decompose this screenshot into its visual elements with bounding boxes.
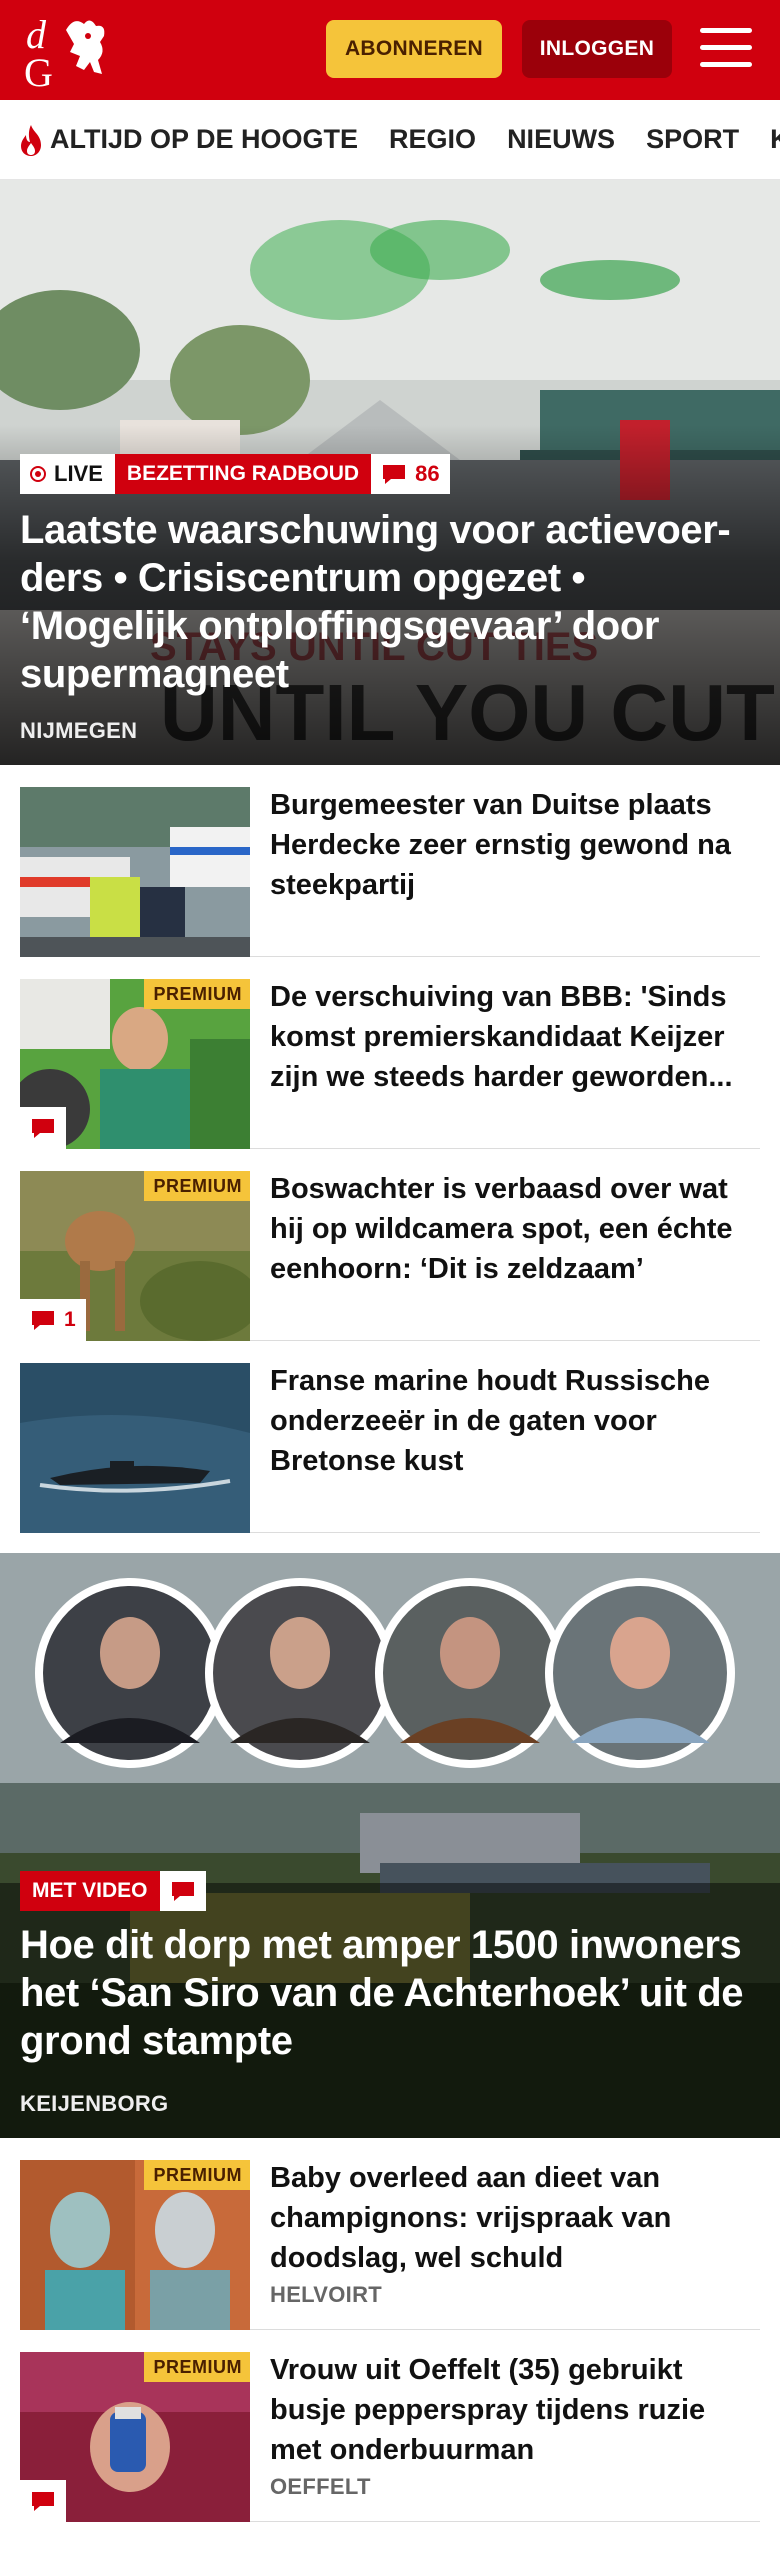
comment-icon — [171, 1882, 194, 1901]
article-title[interactable]: Franse marine houdt Russische onderzeeër… — [270, 1361, 760, 1481]
article-location: HELVOIRT — [270, 2282, 382, 2307]
comment-badge[interactable]: 1 — [20, 1299, 86, 1341]
live-label: LIVE — [54, 461, 103, 486]
flame-icon — [21, 124, 41, 156]
comment-count: 1 — [64, 1308, 76, 1331]
nav-item-nieuws[interactable]: NIEUWS — [507, 124, 615, 155]
premium-badge: PREMIUM — [143, 2352, 250, 2382]
hero-headline[interactable]: Laatste waarschuwing voor actievoer­ders… — [20, 506, 762, 698]
hero-location: NIJMEGEN — [20, 718, 138, 743]
nav-item-sport[interactable]: SPORT — [646, 124, 739, 155]
premium-badge: PREMIUM — [143, 979, 250, 1009]
list-item[interactable]: PREMIUM Baby overleed aan dieet van cham… — [20, 2138, 760, 2330]
article-title[interactable]: De verschuiving van BBB: 'Sinds komst pr… — [270, 977, 760, 1097]
subscribe-button[interactable]: ABONNEREN — [326, 20, 502, 78]
comment-badge[interactable] — [20, 1107, 66, 1149]
comment-icon — [32, 2492, 54, 2511]
nav-label: SPORT — [646, 124, 740, 154]
article-text: Franse marine houdt Russische onderzeeër… — [270, 1363, 760, 1510]
hero-tag[interactable]: BEZETTING RADBOUD — [114, 454, 372, 494]
live-dot-icon — [30, 466, 46, 482]
article-list-bottom: PREMIUM Baby overleed aan dieet van cham… — [0, 2138, 780, 2522]
feature-labels: MET VIDEO — [20, 1871, 206, 1911]
section-nav: ALTIJD OP DE HOOGTE REGIO NIEUWS SPORT K… — [0, 100, 780, 180]
top-bar: d G ABONNEREN INLOGGEN — [0, 0, 780, 100]
list-item[interactable]: PREMIUM 1 Boswachter is verbaasd over wa… — [20, 1149, 760, 1341]
svg-text:G: G — [24, 50, 53, 92]
hamburger-menu-icon[interactable] — [700, 28, 752, 72]
list-item[interactable]: PREMIUM De verschuiving van BBB: 'Sinds … — [20, 957, 760, 1149]
list-item[interactable]: Burgemeester van Duitse plaats Herdecke … — [20, 765, 760, 957]
live-badge: LIVE — [20, 454, 115, 494]
nav-label: REGIO — [389, 124, 477, 154]
list-item[interactable]: PREMIUM Vrouw uit Oeffelt (35) gebruikt … — [20, 2330, 760, 2522]
feature-tag[interactable]: MET VIDEO — [20, 1871, 160, 1911]
comment-icon — [32, 1311, 54, 1330]
article-thumbnail-wrap: PREMIUM — [20, 979, 250, 1149]
article-thumbnail-wrap: PREMIUM 1 — [20, 1171, 250, 1341]
feature-article[interactable]: MET VIDEO Hoe dit dorp met amper 1500 in… — [0, 1553, 780, 2138]
article-text: Burgemeester van Duitse plaats Herdecke … — [270, 787, 760, 934]
article-thumbnail — [20, 787, 250, 957]
comment-icon — [32, 1119, 54, 1138]
feature-headline[interactable]: Hoe dit dorp met amper 1500 inwoners het… — [20, 1921, 762, 2065]
list-item[interactable]: Franse marine houdt Russische onderzeeër… — [20, 1341, 760, 1533]
login-button[interactable]: INLOGGEN — [522, 20, 672, 78]
article-thumbnail — [20, 1363, 250, 1533]
article-title[interactable]: Vrouw uit Oeffelt (35) gebruikt busje pe… — [270, 2350, 760, 2470]
comment-badge[interactable] — [20, 2480, 66, 2522]
nav-label: ALTIJD OP DE HOOGTE — [50, 124, 359, 154]
article-list-top: Burgemeester van Duitse plaats Herdecke … — [0, 765, 780, 1533]
article-text: Boswachter is verbaasd over wat hij op w… — [270, 1171, 760, 1318]
article-thumbnail-wrap: PREMIUM — [20, 2160, 250, 2330]
article-text: De verschuiving van BBB: 'Sinds komst pr… — [270, 979, 760, 1126]
hero-comment-count: 86 — [415, 461, 440, 486]
nav-item-kijk[interactable]: KIJK — [770, 124, 780, 155]
hero-comment-badge[interactable]: 86 — [371, 454, 450, 494]
article-title[interactable]: Boswachter is verbaasd over wat hij op w… — [270, 1169, 760, 1289]
premium-badge: PREMIUM — [143, 2160, 250, 2190]
article-location: OEFFELT — [270, 2474, 371, 2499]
nav-label: NIEUWS — [507, 124, 616, 154]
hero-labels: LIVE BEZETTING RADBOUD 86 — [20, 454, 450, 494]
feature-comment-badge[interactable] — [159, 1871, 206, 1911]
article-title[interactable]: Baby overleed aan dieet van champignons:… — [270, 2158, 760, 2278]
premium-badge: PREMIUM — [143, 1171, 250, 1201]
feature-location: KEIJENBORG — [20, 2091, 169, 2116]
article-text: Baby overleed aan dieet van champignons:… — [270, 2160, 760, 2307]
nav-label: KIJK — [770, 124, 780, 155]
dg-logo[interactable]: d G — [22, 10, 118, 92]
article-title[interactable]: Burgemeester van Duitse plaats Herdecke … — [270, 785, 760, 905]
nav-item-regio[interactable]: REGIO — [389, 124, 476, 155]
comment-icon — [383, 465, 406, 484]
hero-article[interactable]: UNTIL YOU CUT TIE STAYS UNTIL CUT TIES L… — [0, 180, 780, 765]
nav-item-altijd-op-de-hoogte[interactable]: ALTIJD OP DE HOOGTE — [16, 123, 358, 157]
article-thumbnail-wrap: PREMIUM — [20, 2352, 250, 2522]
article-text: Vrouw uit Oeffelt (35) gebruikt busje pe… — [270, 2352, 760, 2499]
